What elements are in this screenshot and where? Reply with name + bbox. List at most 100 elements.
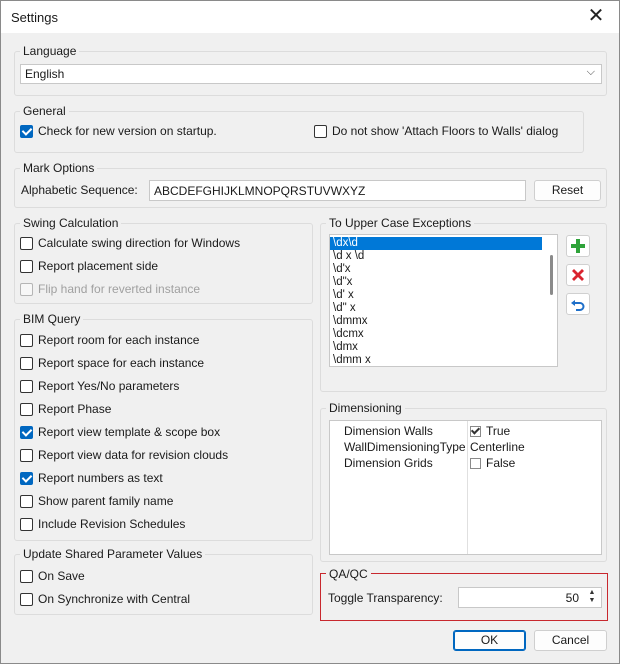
qaqc-legend: QA/QC: [326, 567, 371, 581]
no-attach-dialog-box[interactable]: [314, 124, 327, 138]
property-value[interactable]: Centerline: [470, 439, 525, 455]
chevron-down-icon: ⌵: [586, 66, 595, 78]
plus-icon: [571, 239, 585, 253]
report-room-checkbox[interactable]: Report room for each instance: [20, 331, 199, 349]
spin-up-icon[interactable]: ▲: [585, 589, 599, 597]
check-new-version-checkbox[interactable]: Check for new version on startup.: [20, 122, 217, 140]
report-space-checkbox[interactable]: Report space for each instance: [20, 354, 204, 372]
report-phase-box[interactable]: [20, 402, 33, 416]
spin-down-icon[interactable]: ▼: [585, 597, 599, 605]
dimension-walls-checkbox[interactable]: [470, 425, 481, 437]
language-legend: Language: [23, 44, 77, 58]
report-yes-no-checkbox[interactable]: Report Yes/No parameters: [20, 377, 179, 395]
list-item[interactable]: \d"x: [330, 276, 542, 289]
report-placement-side-box[interactable]: [20, 259, 33, 273]
dimension-grids-value: False: [486, 456, 516, 470]
on-synchronize-checkbox[interactable]: On Synchronize with Central: [20, 590, 190, 608]
report-numbers-as-text-label: Report numbers as text: [38, 471, 163, 485]
title-bar: Settings ✕: [1, 1, 619, 33]
report-view-template-box[interactable]: [20, 425, 33, 439]
alphabetic-sequence-label: Alphabetic Sequence:: [21, 183, 138, 197]
reset-button[interactable]: Reset: [534, 180, 601, 201]
report-yes-no-box[interactable]: [20, 379, 33, 393]
report-placement-side-label: Report placement side: [38, 259, 159, 273]
add-exception-button[interactable]: [566, 235, 590, 257]
undo-exception-button[interactable]: [566, 293, 590, 315]
undo-icon: [571, 300, 585, 311]
ok-button[interactable]: OK: [453, 630, 526, 651]
property-name: Dimension Walls: [344, 424, 433, 438]
on-save-box[interactable]: [20, 569, 33, 583]
include-revision-schedules-box[interactable]: [20, 517, 33, 531]
language-selected: English: [25, 67, 65, 81]
dimensioning-property-grid[interactable]: Dimension Walls True WallDimensioningTyp…: [329, 420, 602, 555]
property-name: Dimension Grids: [344, 456, 433, 470]
no-attach-dialog-checkbox[interactable]: Do not show 'Attach Floors to Walls' dia…: [314, 122, 558, 140]
report-placement-side-checkbox[interactable]: Report placement side: [20, 257, 158, 275]
flip-hand-label: Flip hand for reverted instance: [38, 282, 201, 296]
on-synchronize-box[interactable]: [20, 592, 33, 606]
swing-calculation-legend: Swing Calculation: [23, 216, 119, 230]
settings-window: Settings ✕ Language English ⌵ General Ch…: [0, 0, 620, 664]
list-item[interactable]: \dmmx: [330, 315, 542, 328]
show-parent-family-box[interactable]: [20, 494, 33, 508]
report-phase-checkbox[interactable]: Report Phase: [20, 400, 111, 418]
cancel-button[interactable]: Cancel: [534, 630, 607, 651]
property-value[interactable]: False: [470, 455, 515, 471]
list-item[interactable]: \dmm x: [330, 354, 542, 366]
window-title: Settings: [11, 10, 58, 25]
include-revision-schedules-checkbox[interactable]: Include Revision Schedules: [20, 515, 185, 533]
upper-case-exceptions-list[interactable]: \dx\d \d x \d \d'x \d"x \d' x \d" x \dmm…: [329, 234, 558, 367]
language-dropdown[interactable]: English ⌵: [20, 64, 602, 84]
swing-windows-checkbox[interactable]: Calculate swing direction for Windows: [20, 234, 240, 252]
report-revision-clouds-label: Report view data for revision clouds: [38, 448, 229, 462]
upper-case-exceptions-legend: To Upper Case Exceptions: [329, 216, 472, 230]
report-numbers-as-text-checkbox[interactable]: Report numbers as text: [20, 469, 163, 487]
show-parent-family-label: Show parent family name: [38, 494, 174, 508]
dimension-walls-value: True: [486, 424, 511, 438]
include-revision-schedules-label: Include Revision Schedules: [38, 517, 186, 531]
list-item[interactable]: \d' x: [330, 289, 542, 302]
report-phase-label: Report Phase: [38, 402, 112, 416]
flip-hand-checkbox: Flip hand for reverted instance: [20, 280, 200, 298]
list-item[interactable]: \dcmx: [330, 328, 542, 341]
report-revision-clouds-box[interactable]: [20, 448, 33, 462]
mark-options-legend: Mark Options: [23, 161, 95, 175]
on-synchronize-label: On Synchronize with Central: [38, 592, 191, 606]
close-button[interactable]: ✕: [579, 3, 613, 31]
alphabetic-sequence-input[interactable]: ABCDEFGHIJKLMNOPQRSTUVWXYZ: [149, 180, 526, 201]
property-row[interactable]: WallDimensioningType Centerline: [330, 439, 601, 455]
transparency-spinner[interactable]: 50 ▲ ▼: [458, 587, 602, 608]
list-scrollbar-thumb[interactable]: [550, 255, 553, 295]
report-view-template-checkbox[interactable]: Report view template & scope box: [20, 423, 220, 441]
report-room-box[interactable]: [20, 333, 33, 347]
shared-params-legend: Update Shared Parameter Values: [23, 547, 203, 561]
toggle-transparency-label: Toggle Transparency:: [328, 591, 443, 605]
report-room-label: Report room for each instance: [38, 333, 200, 347]
list-item[interactable]: \d" x: [330, 302, 542, 315]
transparency-value[interactable]: 50: [566, 591, 579, 605]
swing-windows-label: Calculate swing direction for Windows: [38, 236, 241, 250]
show-parent-family-checkbox[interactable]: Show parent family name: [20, 492, 173, 510]
upper-case-list-items: \dx\d \d x \d \d'x \d"x \d' x \d" x \dmm…: [330, 237, 542, 366]
list-item[interactable]: \d'x: [330, 263, 542, 276]
on-save-label: On Save: [38, 569, 85, 583]
swing-windows-box[interactable]: [20, 236, 33, 250]
list-item[interactable]: \d x \d: [330, 250, 542, 263]
property-row[interactable]: Dimension Grids False: [330, 455, 601, 471]
property-row[interactable]: Dimension Walls True: [330, 423, 601, 439]
report-view-template-label: Report view template & scope box: [38, 425, 221, 439]
dimension-grids-checkbox[interactable]: [470, 457, 481, 469]
list-item[interactable]: \dmx: [330, 341, 542, 354]
check-new-version-box[interactable]: [20, 124, 33, 138]
list-item[interactable]: \dx\d: [330, 237, 542, 250]
on-save-checkbox[interactable]: On Save: [20, 567, 85, 585]
spinner-arrows[interactable]: ▲ ▼: [585, 589, 599, 606]
remove-exception-button[interactable]: [566, 264, 590, 286]
report-revision-clouds-checkbox[interactable]: Report view data for revision clouds: [20, 446, 228, 464]
check-new-version-label: Check for new version on startup.: [38, 124, 217, 138]
property-value[interactable]: True: [470, 423, 510, 439]
no-attach-dialog-label: Do not show 'Attach Floors to Walls' dia…: [332, 124, 559, 138]
report-space-box[interactable]: [20, 356, 33, 370]
report-numbers-as-text-box[interactable]: [20, 471, 33, 485]
